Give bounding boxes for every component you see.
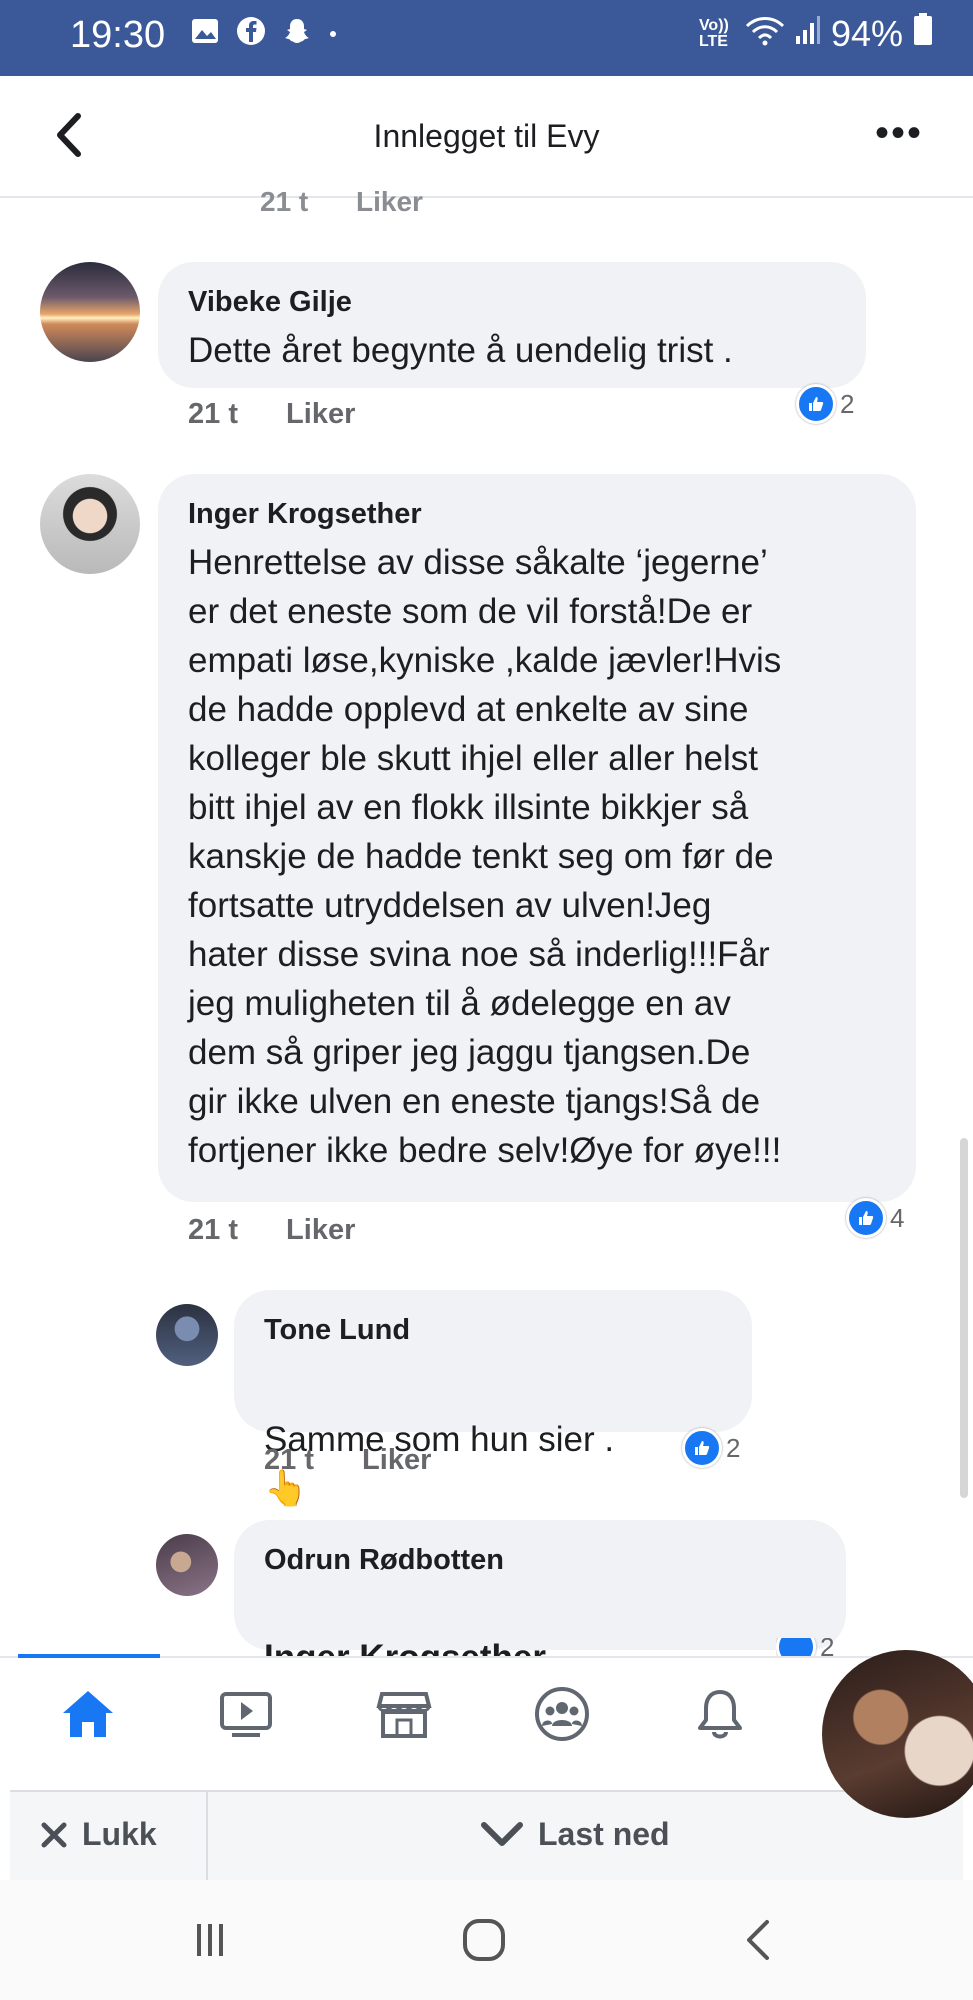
like-reaction-icon — [846, 1198, 886, 1238]
download-button[interactable]: Last ned — [480, 1816, 670, 1853]
previous-comment-meta: 21 t Liker — [260, 186, 423, 218]
comment-author[interactable]: Odrun Rødbotten — [264, 1544, 504, 1577]
close-label: Lukk — [82, 1816, 157, 1852]
back-system-button[interactable] — [728, 1910, 788, 1970]
comment-time: 21 t — [264, 1444, 314, 1476]
more-options-button[interactable]: ••• — [875, 113, 923, 153]
snapchat-icon — [282, 16, 312, 46]
comment-author[interactable]: Vibeke Gilje — [188, 286, 352, 319]
signal-icon — [795, 13, 821, 55]
post-header: Innlegget til Evy ••• — [0, 76, 973, 198]
recent-apps-icon — [197, 1924, 223, 1956]
status-bar: 19:30 Vo)) LTE 94% — [0, 0, 973, 76]
like-reaction-icon — [776, 1638, 816, 1656]
reaction-number: 2 — [820, 1638, 835, 1656]
comment-author[interactable]: Inger Krogsether — [188, 498, 422, 531]
avatar[interactable] — [156, 1534, 218, 1596]
volte-label: Vo)) LTE — [698, 16, 729, 50]
like-reaction-icon — [682, 1428, 722, 1468]
comment-meta: 21 t Liker — [188, 398, 355, 431]
home-circle-icon — [463, 1919, 505, 1961]
avatar[interactable] — [40, 474, 140, 574]
previous-comment-time: 21 t — [260, 186, 309, 217]
system-navigation-bar — [0, 1880, 973, 2000]
previous-like-link[interactable]: Liker — [356, 186, 423, 217]
home-system-button[interactable] — [454, 1910, 514, 1970]
comment-time: 21 t — [188, 398, 238, 430]
like-link[interactable]: Liker — [286, 1214, 355, 1246]
comment-time: 21 t — [188, 1214, 238, 1246]
groups-icon — [535, 1687, 589, 1741]
reaction-count[interactable]: 2 — [682, 1428, 740, 1468]
comment-meta: 21 t Liker — [188, 1214, 355, 1247]
reaction-count[interactable]: 2 — [796, 384, 854, 424]
close-icon — [41, 1822, 67, 1847]
page-title: Innlegget til Evy — [373, 118, 600, 154]
dot-icon — [328, 16, 338, 46]
tab-notifications[interactable] — [690, 1684, 750, 1744]
image-viewer-actions: Lukk Last ned — [10, 1790, 963, 1882]
comment-text: Samme som hun sier . 👆 — [264, 1366, 614, 1513]
like-link[interactable]: Liker — [362, 1444, 431, 1476]
comment-author[interactable]: Tone Lund — [264, 1314, 410, 1347]
download-label: Last ned — [538, 1816, 670, 1852]
home-icon — [63, 1691, 113, 1737]
battery-level: 94% — [830, 12, 903, 54]
like-reaction-icon — [796, 384, 836, 424]
facebook-icon — [236, 16, 266, 46]
avatar[interactable] — [40, 262, 140, 362]
status-time: 19:30 — [70, 14, 166, 56]
avatar[interactable] — [156, 1304, 218, 1366]
back-chevron-icon — [747, 1920, 769, 1960]
marketplace-icon — [376, 1692, 432, 1738]
reaction-count[interactable]: 4 — [846, 1198, 904, 1238]
tab-home[interactable] — [58, 1684, 118, 1744]
wifi-icon — [745, 13, 785, 55]
comment-text: Dette året begynte å uendelig trist . — [188, 331, 733, 370]
tab-marketplace[interactable] — [374, 1684, 434, 1744]
recent-apps-button[interactable] — [180, 1910, 240, 1970]
reaction-count[interactable]: 2 — [776, 1638, 834, 1656]
active-tab-indicator — [18, 1654, 160, 1658]
status-right: Vo)) LTE 94% — [699, 12, 933, 55]
tab-video[interactable] — [216, 1684, 276, 1744]
video-icon — [220, 1692, 272, 1737]
comment-text: Henrettelse av disse såkalte ‘jegerne’ e… — [188, 543, 782, 1170]
like-link[interactable]: Liker — [286, 398, 355, 430]
chevron-down-icon — [481, 1821, 523, 1846]
divider — [206, 1792, 208, 1882]
reaction-number: 2 — [726, 1432, 741, 1463]
gallery-icon — [190, 16, 220, 46]
comment-meta: 21 t Liker — [264, 1444, 431, 1477]
battery-icon — [913, 12, 933, 55]
bell-icon — [698, 1690, 742, 1739]
reaction-number: 4 — [890, 1202, 905, 1233]
scrollbar[interactable] — [960, 1138, 968, 1498]
close-button[interactable]: Lukk — [40, 1816, 157, 1853]
tab-groups[interactable] — [532, 1684, 592, 1744]
reaction-number: 2 — [840, 388, 855, 419]
notification-icons — [190, 16, 338, 46]
